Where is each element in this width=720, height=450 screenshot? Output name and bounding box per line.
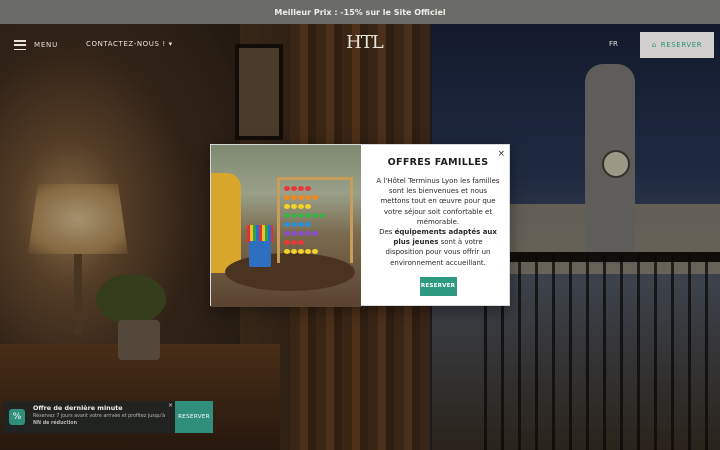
modal-title: OFFRES FAMILLES — [387, 157, 489, 168]
language-selector[interactable]: FR — [609, 40, 618, 48]
abacus — [277, 177, 353, 263]
promo-text: Meilleur Prix : -15% sur le Site Officie… — [274, 7, 446, 17]
percent-icon: % — [9, 409, 25, 425]
last-minute-offer-toast: % × Offre de dernière minute Réservez 7 … — [3, 401, 213, 433]
caret-down-icon: ▾ — [168, 40, 173, 48]
hamburger-icon — [14, 40, 26, 50]
home-icon: ⌂ — [651, 41, 657, 49]
toast-close-icon[interactable]: × — [168, 402, 173, 409]
modal-reserve-button[interactable]: RESERVER — [419, 276, 457, 296]
abacus-photo — [211, 145, 361, 307]
toast-title: Offre de dernière minute — [33, 404, 123, 412]
contact-dropdown[interactable]: CONTACTEZ-NOUS ! ▾ — [86, 40, 173, 48]
reserve-button-header[interactable]: ⌂ RESERVER — [640, 32, 714, 58]
modal-content: × OFFRES FAMILLES A l'Hôtel Terminus Lyo… — [363, 145, 511, 307]
contact-label: CONTACTEZ-NOUS ! — [86, 40, 166, 48]
toast-highlight: NN de réduction — [33, 420, 78, 426]
hotel-logo[interactable]: HTL — [346, 32, 384, 53]
close-icon[interactable]: × — [497, 149, 505, 159]
toast-body: × Offre de dernière minute Réservez 7 jo… — [31, 401, 175, 433]
modal-paragraph-1: A l'Hôtel Terminus Lyon les familles son… — [376, 177, 500, 226]
toast-reserve-button[interactable]: RESERVER — [175, 401, 213, 433]
family-offer-modal: × OFFRES FAMILLES A l'Hôtel Terminus Lyo… — [210, 144, 511, 307]
pencil-cup — [249, 241, 271, 267]
menu-label: MENU — [34, 41, 59, 49]
promo-bar[interactable]: Meilleur Prix : -15% sur le Site Officie… — [0, 0, 720, 24]
toast-description: Réservez 7 jours avant votre arrivée et … — [33, 414, 166, 426]
reserve-label: RESERVER — [660, 41, 703, 49]
modal-paragraph-2: Des équipements adaptés aux plus jeunes … — [379, 228, 497, 267]
menu-button[interactable]: MENU — [14, 38, 58, 52]
site-header: MENU CONTACTEZ-NOUS ! ▾ HTL FR ⌂ RESERVE… — [0, 24, 720, 68]
yellow-chair — [211, 173, 241, 273]
